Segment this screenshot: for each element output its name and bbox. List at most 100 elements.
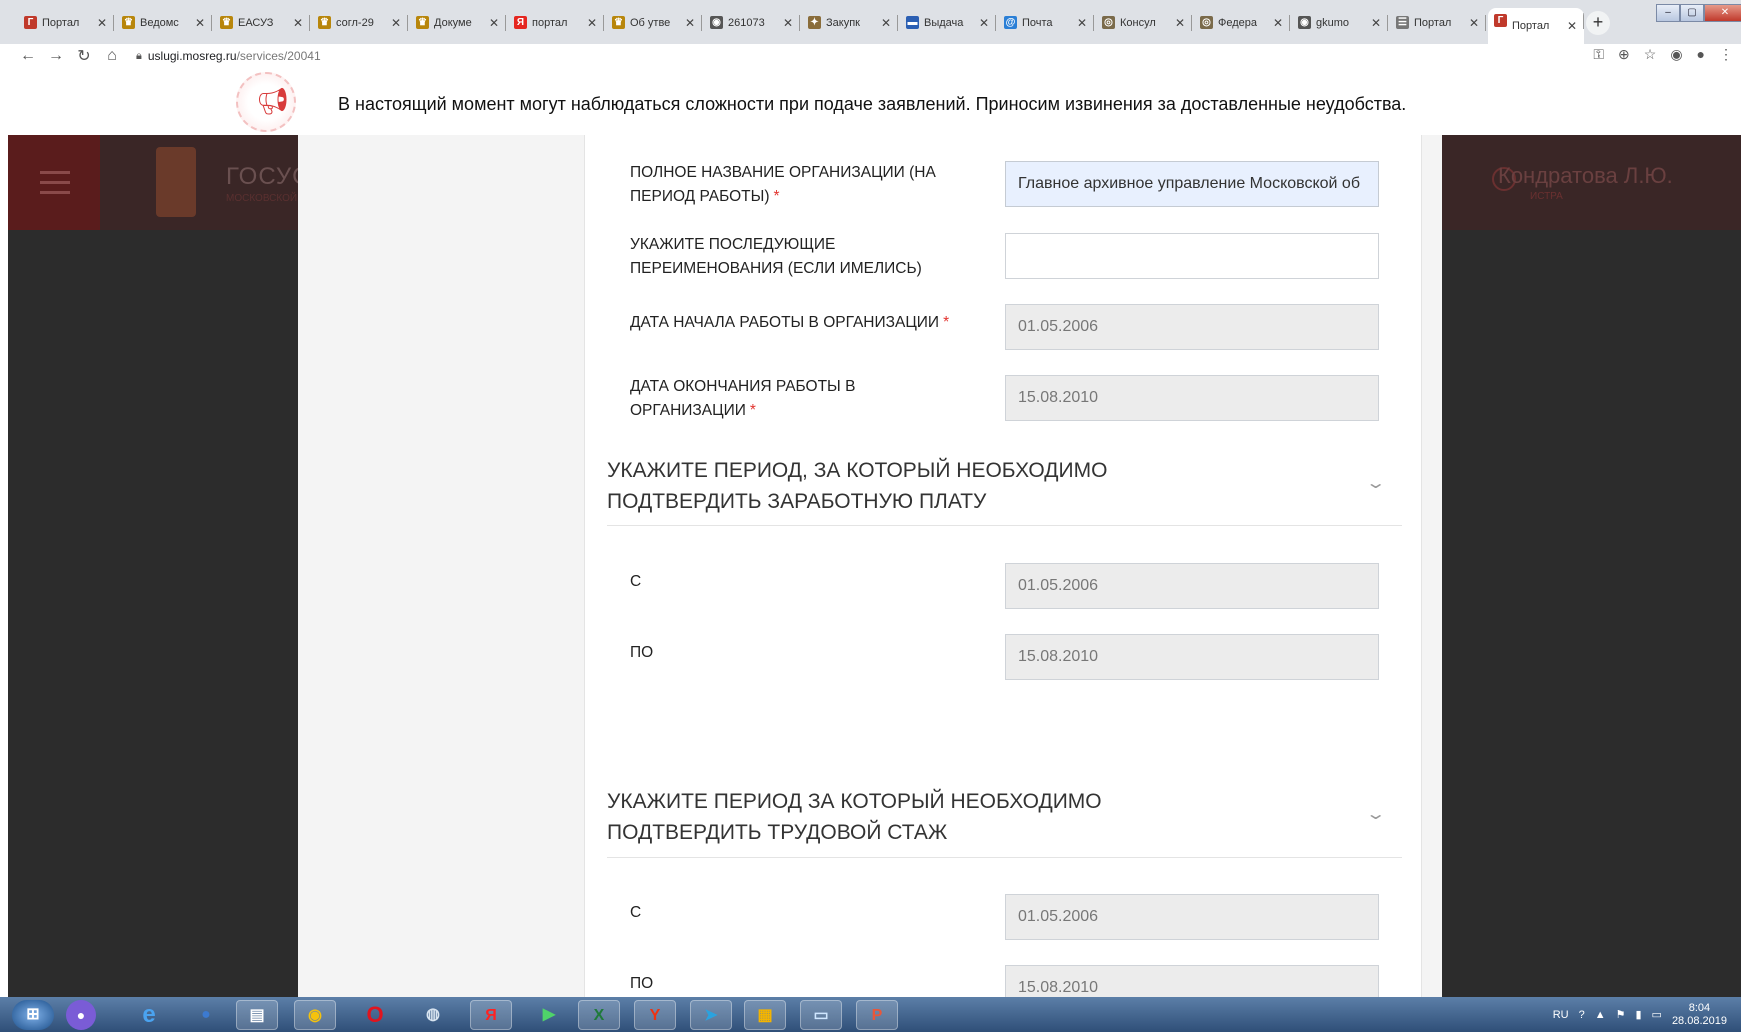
browser-tab[interactable]: Г Портал ✕ [18, 10, 114, 36]
tab-close-icon[interactable]: ✕ [978, 16, 990, 30]
tab-separator [505, 15, 506, 31]
chevron-down-icon[interactable]: ⌄ [1365, 804, 1386, 824]
start-button[interactable]: ⊞ [12, 1000, 54, 1030]
chrome-icon[interactable]: ◉ [294, 1000, 336, 1030]
maximize-button[interactable]: ▢ [1680, 4, 1704, 22]
tray-arrow-icon[interactable]: ▲ [1595, 1009, 1606, 1021]
tab-close-icon[interactable]: ✕ [1076, 16, 1088, 30]
globe-icon[interactable]: ● [185, 1000, 227, 1030]
tab-separator [1093, 15, 1094, 31]
browser-tab[interactable]: ✦ Закупк ✕ [802, 10, 898, 36]
close-window-button[interactable]: ✕ [1704, 4, 1741, 22]
tab-title: Федера [1218, 17, 1258, 29]
tab-close-icon[interactable]: ✕ [684, 16, 696, 30]
key-icon[interactable]: ⚿ [1593, 46, 1604, 63]
browser-tab[interactable]: ◉ gkumo ✕ [1292, 10, 1388, 36]
browser-tab[interactable]: ◎ Федера ✕ [1194, 10, 1290, 36]
tab-close-icon[interactable]: ✕ [586, 16, 598, 30]
salary-section-title: УКАЖИТЕ ПЕРИОД, ЗА КОТОРЫЙ НЕОБХОДИМО ПО… [607, 459, 1108, 513]
org-name-label-text: ПОЛНОЕ НАЗВАНИЕ ОРГАНИЗАЦИИ (НА ПЕРИОД Р… [630, 164, 936, 205]
extension-icon[interactable]: ◉ [1670, 46, 1682, 63]
powerpoint-icon[interactable]: P [856, 1000, 898, 1030]
play-store-icon[interactable]: ▶ [528, 1000, 570, 1030]
browser-tab[interactable]: ♛ ЕАСУЗ ✕ [214, 10, 310, 36]
browser-tab[interactable]: Япортал ✕ [508, 10, 604, 36]
megaphone-icon: 📢︎ [236, 72, 296, 132]
ie-browser-icon[interactable]: e [128, 1000, 170, 1030]
browser-tab[interactable]: ◉ 261073 ✕ [704, 10, 800, 36]
clock[interactable]: 8:04 28.08.2019 [1672, 1002, 1727, 1028]
language-indicator[interactable]: RU [1553, 1009, 1569, 1021]
excel-icon[interactable]: X [578, 1000, 620, 1030]
tab-close-icon[interactable]: ✕ [488, 16, 500, 30]
tab-close-icon[interactable]: ✕ [1370, 16, 1382, 30]
tab-separator [799, 15, 800, 31]
browser-tab[interactable]: ☰ Портал ✕ [1390, 10, 1486, 36]
browser-tab[interactable]: ♛ Ведомс ✕ [116, 10, 212, 36]
tab-favicon-icon: ☰ [1396, 16, 1409, 29]
tab-title: Докуме [434, 17, 472, 29]
tab-favicon-icon: Г [24, 16, 37, 29]
end-date-field[interactable]: 15.08.2010 [1005, 375, 1379, 421]
required-mark: * [773, 188, 780, 205]
tab-close-icon[interactable]: ✕ [1272, 16, 1284, 30]
salary-from-field[interactable]: 01.05.2006 [1005, 563, 1379, 609]
profile-icon[interactable]: ● [1697, 46, 1705, 63]
renames-input[interactable] [1005, 233, 1379, 279]
tab-close-icon[interactable]: ✕ [880, 16, 892, 30]
tab-favicon-icon: Я [514, 16, 527, 29]
network-app-icon[interactable]: ◍ [412, 1000, 454, 1030]
yandex-browser-icon[interactable]: Y [634, 1000, 676, 1030]
tab-favicon-icon: ◎ [1102, 16, 1115, 29]
chevron-down-icon[interactable]: ⌄ [1365, 473, 1386, 493]
minimize-button[interactable]: – [1656, 4, 1680, 22]
browser-tab[interactable]: ♛ Об утве ✕ [606, 10, 702, 36]
experience-from-field[interactable]: 01.05.2006 [1005, 894, 1379, 940]
tab-close-icon[interactable]: ✕ [1174, 16, 1186, 30]
experience-period-section[interactable]: УКАЖИТЕ ПЕРИОД ЗА КОТОРЫЙ НЕОБХОДИМО ПОД… [607, 786, 1402, 858]
menu-icon[interactable]: ⋮ [1719, 46, 1733, 63]
experience-to-label: ПО [630, 975, 654, 992]
home-icon[interactable]: ⌂ [98, 47, 126, 65]
tab-close-icon[interactable]: ✕ [782, 16, 794, 30]
hamburger-menu-icon[interactable] [8, 135, 100, 230]
reload-icon[interactable]: ↻ [70, 46, 98, 66]
tab-close-icon[interactable]: ✕ [1566, 19, 1578, 33]
tab-close-icon[interactable]: ✕ [390, 16, 402, 30]
bookmark-star-icon[interactable]: ☆ [1644, 46, 1657, 63]
browser-tab[interactable]: Г Портал ✕ [1488, 8, 1584, 44]
archive-app-icon[interactable]: ▦ [744, 1000, 786, 1030]
start-date-field[interactable]: 01.05.2006 [1005, 304, 1379, 350]
file-explorer-icon[interactable]: ▤ [236, 1000, 278, 1030]
new-tab-button[interactable]: + [1586, 11, 1610, 35]
user-name[interactable]: Кондратова Л.Ю. [1498, 163, 1673, 189]
flag-icon[interactable]: ⚑ [1616, 1008, 1626, 1021]
salary-to-field[interactable]: 15.08.2010 [1005, 634, 1379, 680]
browser-tab[interactable]: ▬ Выдача ✕ [900, 10, 996, 36]
zoom-icon[interactable]: ⊕ [1618, 46, 1630, 63]
telegram-icon[interactable]: ➤ [690, 1000, 732, 1030]
tab-close-icon[interactable]: ✕ [96, 16, 108, 30]
salary-period-section[interactable]: УКАЖИТЕ ПЕРИОД, ЗА КОТОРЫЙ НЕОБХОДИМО ПО… [607, 455, 1402, 526]
browser-tab[interactable]: ♛ Докуме ✕ [410, 10, 506, 36]
yandex-icon[interactable]: Я [470, 1000, 512, 1030]
microphone-icon[interactable]: ● [66, 1000, 96, 1030]
tab-separator [995, 15, 996, 31]
tab-close-icon[interactable]: ✕ [194, 16, 206, 30]
browser-toolbar: ← → ↻ ⌂ 🔒︎ uslugi.mosreg.ru/services/200… [0, 44, 1741, 68]
network-icon[interactable]: ▮ [1635, 1008, 1641, 1021]
address-bar[interactable]: 🔒︎ uslugi.mosreg.ru/services/20041 [136, 49, 321, 63]
browser-tab[interactable]: ♛ согл-29 ✕ [312, 10, 408, 36]
opera-icon[interactable]: O [354, 1000, 396, 1030]
help-icon[interactable]: ? [1579, 1009, 1585, 1021]
notification-icon[interactable]: ▭ [1652, 1008, 1662, 1021]
tab-close-icon[interactable]: ✕ [1468, 16, 1480, 30]
browser-tab[interactable]: @ Почта ✕ [998, 10, 1094, 36]
forward-icon[interactable]: → [42, 47, 70, 65]
back-icon[interactable]: ← [14, 47, 42, 65]
tab-close-icon[interactable]: ✕ [292, 16, 304, 30]
tab-separator [1191, 15, 1192, 31]
org-name-input[interactable]: Главное архивное управление Московской о… [1005, 161, 1379, 207]
window-app-icon[interactable]: ▭ [800, 1000, 842, 1030]
browser-tab[interactable]: ◎ Консул ✕ [1096, 10, 1192, 36]
